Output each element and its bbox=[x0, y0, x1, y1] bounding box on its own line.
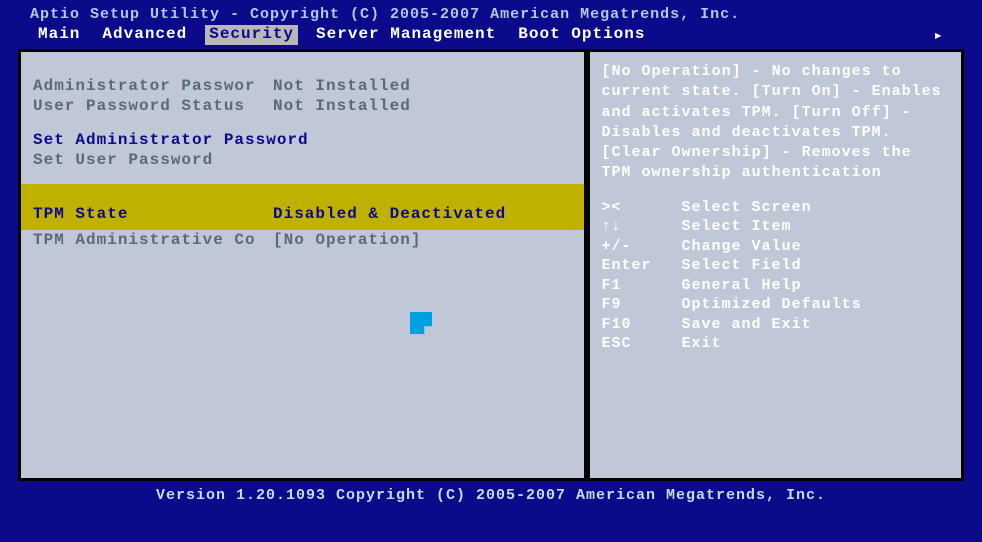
admin-password-status: Administrator Passwor Not Installed bbox=[33, 76, 572, 96]
tab-security[interactable]: Security bbox=[205, 25, 298, 45]
key-legend: ><Select Screen ↑↓Select Item +/-Change … bbox=[602, 198, 949, 354]
key-select-screen: ><Select Screen bbox=[602, 198, 949, 218]
user-password-label: User Password Status bbox=[33, 97, 273, 115]
key-general-help: F1General Help bbox=[602, 276, 949, 296]
help-text: [No Operation] - No changes to current s… bbox=[602, 62, 949, 184]
help-panel: [No Operation] - No changes to current s… bbox=[587, 49, 964, 481]
settings-panel: Administrator Passwor Not Installed User… bbox=[18, 49, 587, 481]
tpm-state-label: TPM State bbox=[33, 205, 273, 223]
admin-password-label: Administrator Passwor bbox=[33, 77, 273, 95]
admin-password-value: Not Installed bbox=[273, 77, 572, 95]
selected-item[interactable]: TPM State Disabled & Deactivated bbox=[21, 184, 584, 230]
tab-boot-options[interactable]: Boot Options bbox=[514, 25, 649, 45]
key-select-field: EnterSelect Field bbox=[602, 256, 949, 276]
menu-scroll-right-icon[interactable]: ▸ bbox=[933, 25, 948, 45]
tab-server-management[interactable]: Server Management bbox=[312, 25, 500, 45]
key-select-item: ↑↓Select Item bbox=[602, 217, 949, 237]
footer-version: Version 1.20.1093 Copyright (C) 2005-200… bbox=[0, 481, 982, 510]
bios-header: Aptio Setup Utility - Copyright (C) 2005… bbox=[0, 0, 982, 49]
tpm-state-row[interactable]: TPM State Disabled & Deactivated bbox=[33, 204, 572, 224]
content-panels: Administrator Passwor Not Installed User… bbox=[18, 49, 964, 481]
key-exit: ESCExit bbox=[602, 334, 949, 354]
key-change-value: +/-Change Value bbox=[602, 237, 949, 257]
tpm-admin-row[interactable]: TPM Administrative Co [No Operation] bbox=[33, 230, 572, 250]
set-user-password-label: Set User Password bbox=[33, 151, 213, 169]
copyright-line: Aptio Setup Utility - Copyright (C) 2005… bbox=[30, 6, 952, 23]
menu-bar: Main Advanced Security Server Management… bbox=[30, 25, 952, 49]
tpm-admin-value: [No Operation] bbox=[273, 231, 572, 249]
tpm-state-value: Disabled & Deactivated bbox=[273, 205, 572, 223]
user-password-value: Not Installed bbox=[273, 97, 572, 115]
user-password-status: User Password Status Not Installed bbox=[33, 96, 572, 116]
set-admin-password[interactable]: Set Administrator Password bbox=[33, 130, 572, 150]
tab-main[interactable]: Main bbox=[34, 25, 84, 45]
set-admin-password-label: Set Administrator Password bbox=[33, 131, 309, 149]
set-user-password[interactable]: Set User Password bbox=[33, 150, 572, 170]
key-save-exit: F10Save and Exit bbox=[602, 315, 949, 335]
tpm-admin-label: TPM Administrative Co bbox=[33, 231, 273, 249]
tab-advanced[interactable]: Advanced bbox=[98, 25, 191, 45]
key-optimized-defaults: F9Optimized Defaults bbox=[602, 295, 949, 315]
